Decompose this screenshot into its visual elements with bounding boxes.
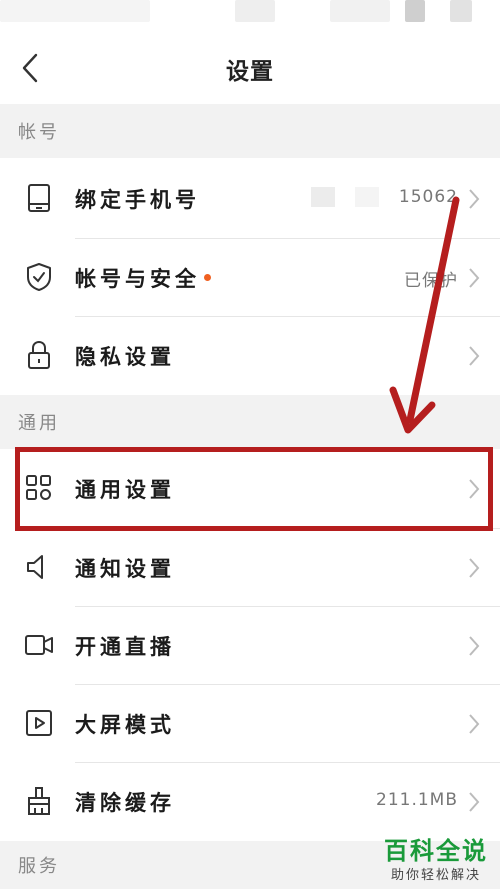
speaker-icon: [22, 550, 56, 584]
nav-header: 设置: [0, 28, 500, 104]
broom-icon: [22, 784, 56, 818]
row-label: 隐私设置: [75, 345, 175, 369]
status-bar-blur-left: [0, 0, 150, 22]
chevron-right-icon: [469, 714, 480, 734]
row-label: 帐号与安全: [75, 263, 211, 293]
page-title: 设置: [226, 59, 274, 85]
lock-icon: [22, 338, 56, 372]
row-label: 清除缓存: [75, 791, 175, 815]
status-bar-blur-right: [330, 0, 390, 22]
row-account-security[interactable]: 帐号与安全 已保护: [0, 239, 500, 317]
chevron-right-icon: [469, 189, 480, 209]
watermark: 百科全说 助你轻松解决: [384, 831, 488, 883]
row-label: 通知设置: [75, 557, 175, 581]
status-bar-blur-mid: [235, 0, 275, 22]
section-header-general: 通用: [0, 395, 500, 449]
phone-number-redaction: [354, 187, 379, 207]
row-privacy-settings[interactable]: 隐私设置: [0, 317, 500, 395]
chevron-right-icon: [469, 636, 480, 656]
notification-dot: [204, 273, 211, 281]
row-large-screen-mode[interactable]: 大屏模式: [0, 685, 500, 763]
status-bar-blur-battery: [450, 0, 472, 22]
phone-number-value: 15062: [310, 187, 458, 207]
highlight-box: [15, 447, 493, 531]
watermark-subtitle: 助你轻松解决: [390, 868, 481, 883]
watermark-title: 百科全说: [384, 837, 488, 865]
shield-icon: [22, 260, 56, 294]
cache-size-value: 211.1MB: [376, 790, 458, 810]
security-status-value: 已保护: [404, 271, 458, 291]
row-label: 大屏模式: [75, 713, 175, 737]
row-clear-cache[interactable]: 清除缓存 211.1MB: [0, 763, 500, 841]
chevron-right-icon: [469, 268, 480, 288]
row-bind-phone[interactable]: 绑定手机号 15062: [0, 160, 500, 238]
row-label: 开通直播: [75, 635, 175, 659]
chevron-right-icon: [469, 346, 480, 366]
row-label: 绑定手机号: [75, 188, 200, 212]
row-live-streaming[interactable]: 开通直播: [0, 607, 500, 685]
play-screen-icon: [22, 706, 56, 740]
row-notification-settings[interactable]: 通知设置: [0, 529, 500, 607]
camera-icon: [22, 628, 56, 662]
status-bar: [0, 0, 500, 28]
phone-number-redaction: [310, 187, 335, 207]
section-header-account: 帐号: [0, 104, 500, 158]
chevron-right-icon: [469, 558, 480, 578]
phone-icon: [22, 181, 56, 215]
chevron-right-icon: [469, 792, 480, 812]
status-bar-blur-icon: [405, 0, 425, 22]
